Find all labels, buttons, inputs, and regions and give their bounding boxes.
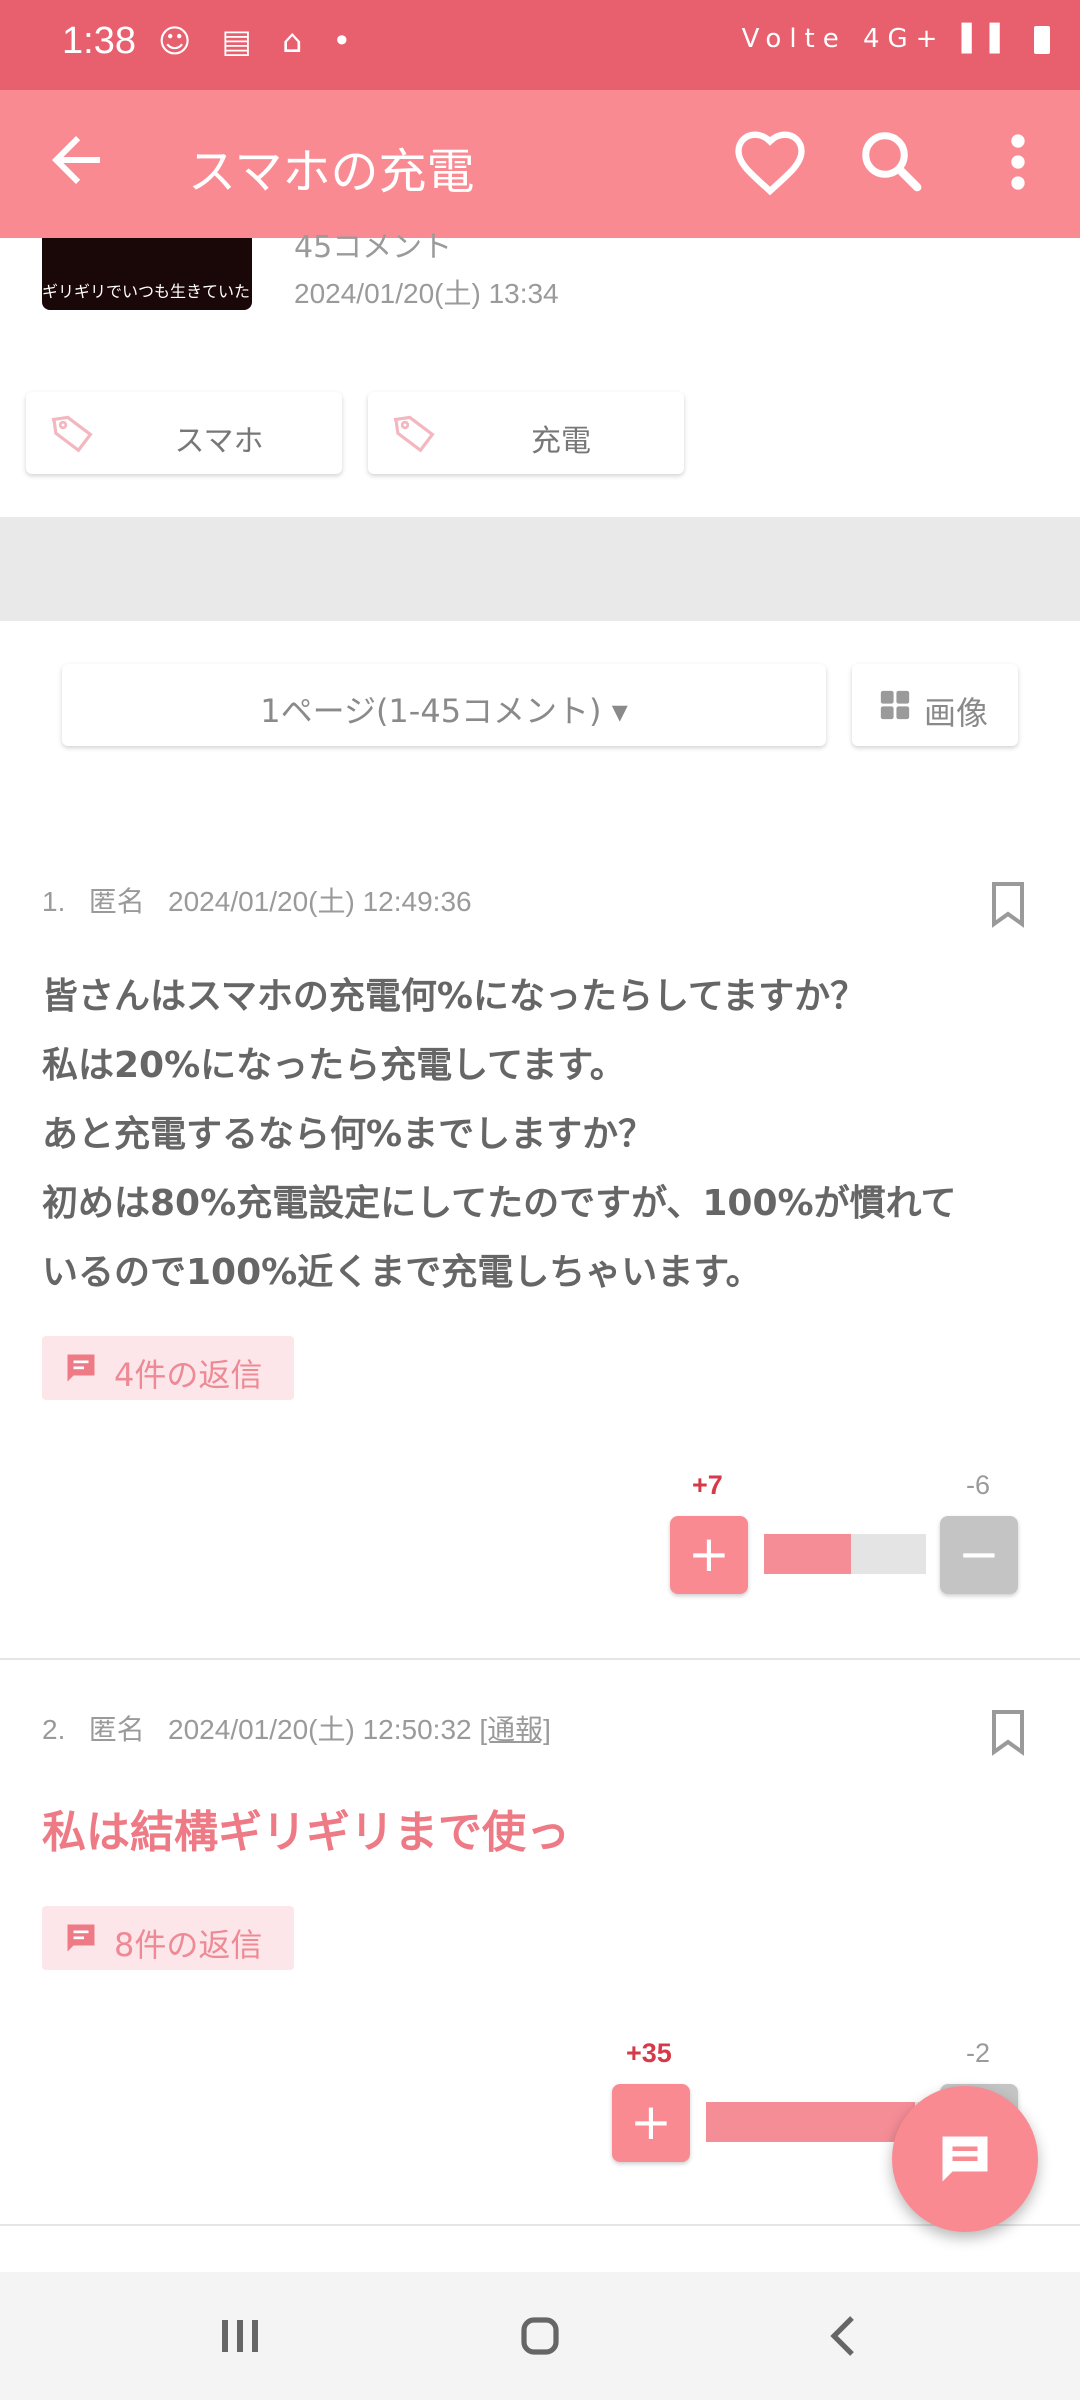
page-selector[interactable]: 1ページ(1-45コメント) ▾ xyxy=(62,664,826,746)
page-title: スマホの充電 xyxy=(188,146,475,199)
comment-line: 私は20%になったら充電してます。 xyxy=(42,1045,626,1086)
signal-icons: Volte 4G+ ▌▌ xyxy=(741,24,1018,54)
recent-apps-icon[interactable] xyxy=(200,2296,280,2376)
back-button[interactable] xyxy=(40,124,112,196)
page-selector-label: 1ページ(1-45コメント) ▾ xyxy=(260,692,628,730)
tag-icon xyxy=(393,415,435,453)
comment-line: 皆さんはスマホの充電何%になったらしてますか？ xyxy=(42,976,867,1017)
vote-ratio-bar xyxy=(706,2102,926,2142)
status-notification-icons: ☺ ▤ ⌂ • xyxy=(158,22,362,60)
comment-line: いるので100%近くまで充電しちゃいます。 xyxy=(42,1252,762,1293)
comment-line: 初めは80%充電設定にしてたのですが、100%が慣れて xyxy=(42,1183,957,1224)
report-link[interactable]: [通報] xyxy=(479,1714,551,1745)
comment-body: 私は結構ギリギリまで使っ xyxy=(42,1798,1042,1867)
minus-vote-count: -2 xyxy=(966,2038,991,2068)
comment-body: 皆さんはスマホの充電何%になったらしてますか？ 私は20%になったら充電してます… xyxy=(42,962,1042,1307)
chat-icon xyxy=(942,2136,988,2182)
post-comment-fab[interactable] xyxy=(892,2086,1038,2232)
home-icon[interactable] xyxy=(500,2296,580,2376)
minus-vote-count: -6 xyxy=(966,1470,991,1500)
reply-count-button[interactable]: 8件の返信 xyxy=(42,1906,294,1970)
image-view-button[interactable]: 画像 xyxy=(852,664,1018,746)
plus-vote-button[interactable]: + xyxy=(670,1516,748,1594)
vote-ratio-bar xyxy=(764,1534,926,1574)
plus-vote-count: +7 xyxy=(692,1470,723,1500)
vote-ratio-fill xyxy=(706,2102,915,2142)
tag-label: スマホ xyxy=(174,424,264,459)
minus-vote-button[interactable]: − xyxy=(940,1516,1018,1594)
vote-ratio-fill xyxy=(764,1534,852,1574)
search-icon xyxy=(862,132,922,192)
comment-line: 私は結構ギリギリまで使っ xyxy=(42,1807,570,1858)
reply-count-button[interactable]: 4件の返信 xyxy=(42,1336,294,1400)
reply-count-label: 4件の返信 xyxy=(114,1356,263,1394)
section-divider xyxy=(0,517,1080,621)
search-button[interactable] xyxy=(850,120,934,204)
comment-separator xyxy=(0,1658,1080,1660)
comment-line: あと充電するなら何%までしますか？ xyxy=(42,1114,655,1155)
bookmark-icon[interactable] xyxy=(988,1708,1028,1756)
battery-icon xyxy=(1034,25,1050,54)
more-vert-icon xyxy=(1011,134,1025,190)
more-options-button[interactable] xyxy=(976,120,1060,204)
tag-icon xyxy=(51,415,93,453)
tag-label: 充電 xyxy=(531,424,591,459)
app-bar: スマホの充電 xyxy=(0,90,1080,238)
article-comment-count: 45コメント xyxy=(294,230,453,265)
bookmark-icon[interactable] xyxy=(988,880,1028,928)
comment-meta: 2. 匿名 2024/01/20(土) 12:50:32 [通報] xyxy=(42,1708,551,1748)
comment-icon xyxy=(67,1924,95,1952)
article-date: 2024/01/20(土) 13:34 xyxy=(294,278,559,309)
article-thumbnail[interactable]: ギリギリでいつも生きていたいから xyxy=(42,238,252,310)
image-view-label: 画像 xyxy=(924,694,989,732)
comment-icon xyxy=(67,1354,95,1382)
plus-vote-count: +35 xyxy=(626,2038,672,2068)
tag-chip-charging[interactable]: 充電 xyxy=(368,392,684,474)
comment-separator xyxy=(0,2224,1080,2226)
thumbnail-caption: ギリギリでいつも生きていたいから xyxy=(42,282,252,301)
comment-meta-text: 2. 匿名 2024/01/20(土) 12:50:32 xyxy=(42,1714,480,1745)
status-bar: 1:38 ☺ ▤ ⌂ • Volte 4G+ ▌▌ xyxy=(0,0,1080,90)
status-time: 1:38 xyxy=(62,20,136,62)
system-nav-bar xyxy=(0,2272,1080,2400)
back-nav-icon[interactable] xyxy=(804,2296,884,2376)
tag-chip-smartphone[interactable]: スマホ xyxy=(26,392,342,474)
grid-icon xyxy=(880,690,910,720)
heart-icon xyxy=(735,131,805,196)
favorite-button[interactable] xyxy=(728,120,812,204)
status-system-icons: Volte 4G+ ▌▌ xyxy=(742,24,1050,54)
arrow-back-icon xyxy=(52,136,100,184)
comment-meta: 1. 匿名 2024/01/20(土) 12:49:36 xyxy=(42,886,472,917)
reply-count-label: 8件の返信 xyxy=(114,1926,263,1964)
plus-vote-button[interactable]: + xyxy=(612,2084,690,2162)
